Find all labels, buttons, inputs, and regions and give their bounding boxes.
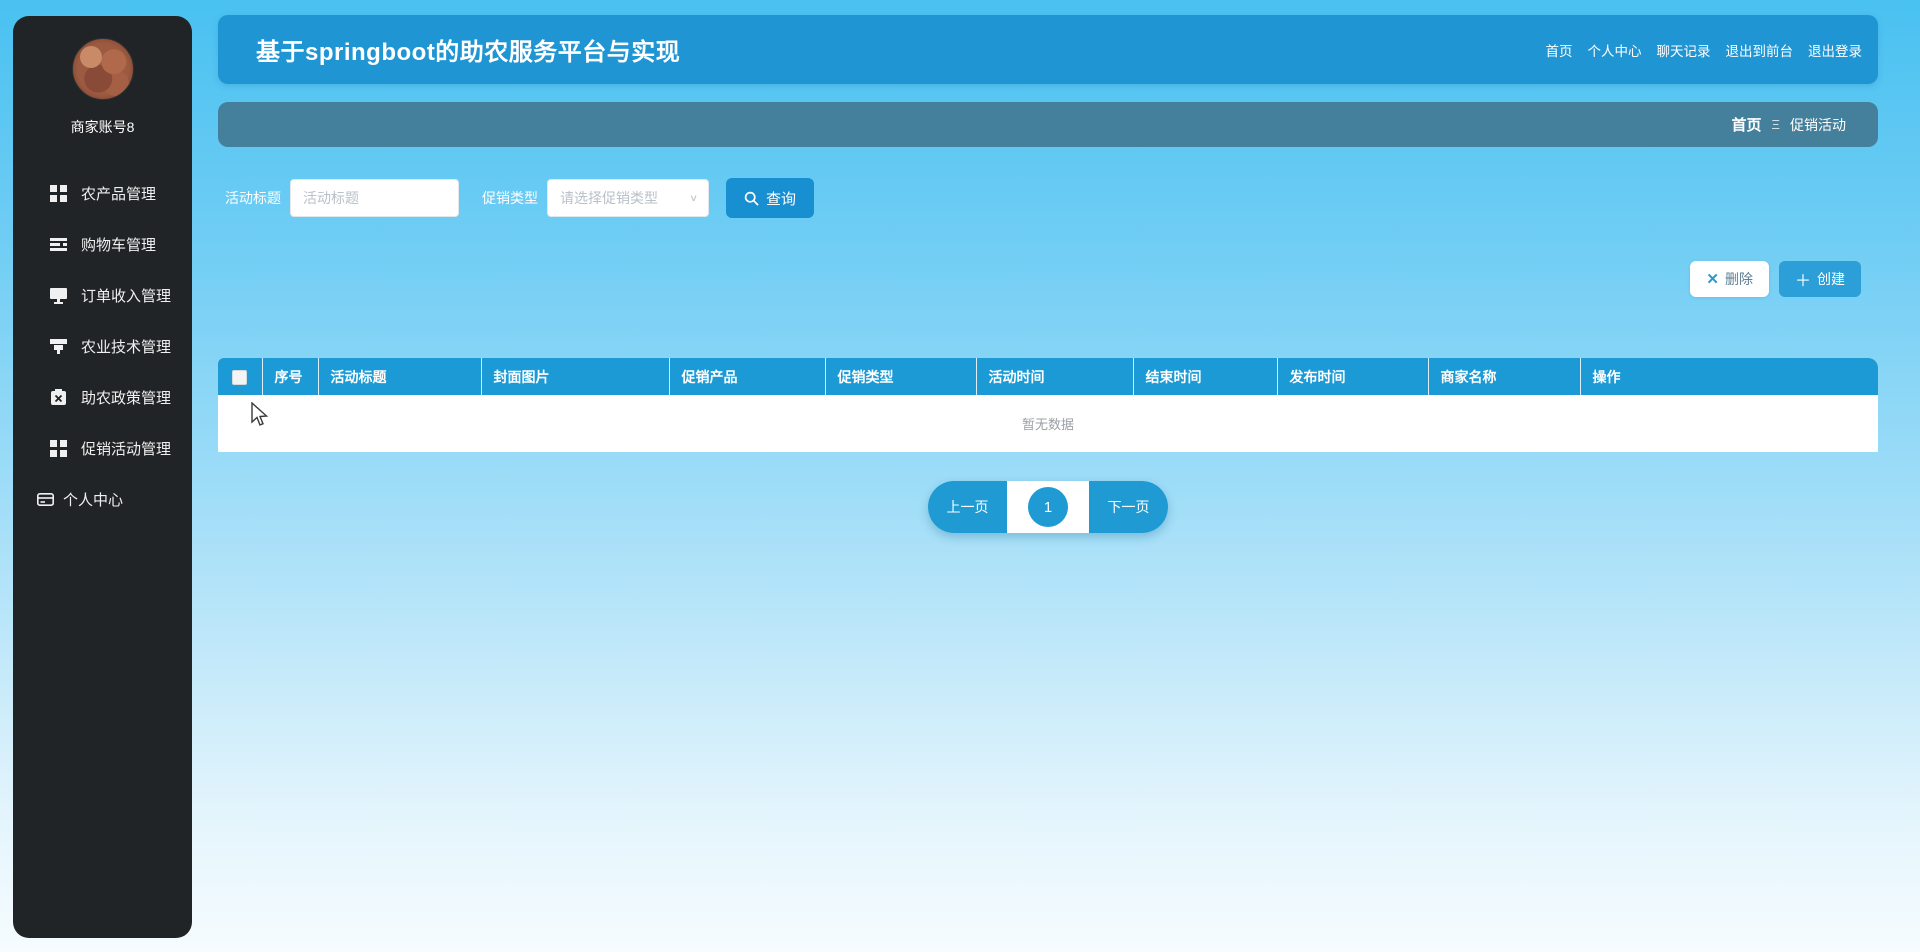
page-number-badge[interactable]: 1 xyxy=(1028,487,1068,527)
sidebar-item-cart[interactable]: 购物车管理 xyxy=(13,219,192,270)
topnav-chat[interactable]: 聊天记录 xyxy=(1657,40,1711,60)
query-button[interactable]: 查询 xyxy=(726,178,815,218)
breadcrumb-separator-icon: Ξ xyxy=(1771,117,1780,132)
promotions-table: 序号 活动标题 封面图片 促销产品 促销类型 活动时间 结束时间 发布时间 商家… xyxy=(218,358,1878,452)
sidebar-item-policy[interactable]: 助农政策管理 xyxy=(13,372,192,423)
sidebar-item-label: 促销活动管理 xyxy=(81,441,172,458)
col-cover: 封面图片 xyxy=(480,358,669,395)
table-header-row: 序号 活动标题 封面图片 促销产品 促销类型 活动时间 结束时间 发布时间 商家… xyxy=(218,358,1878,395)
next-page-button[interactable]: 下一页 xyxy=(1089,481,1168,533)
monitor-icon xyxy=(50,287,67,304)
sidebar-item-label: 助农政策管理 xyxy=(81,390,172,407)
topnav-exit-front[interactable]: 退出到前台 xyxy=(1726,40,1794,60)
username-label: 商家账号8 xyxy=(70,119,135,135)
sidebar-item-label: 购物车管理 xyxy=(81,237,157,254)
clipboard-icon xyxy=(50,389,67,406)
pagination: 上一页 1 下一页 xyxy=(218,481,1878,533)
sidebar: 商家账号8 农产品管理 购物车管理 订单收入管理 农业技术管理 助农政策管理 促… xyxy=(13,16,192,938)
toolbar: ✕ 删除 ＋ 创建 xyxy=(218,261,1878,297)
search-icon xyxy=(744,191,759,206)
col-end-time: 结束时间 xyxy=(1132,358,1277,395)
grid-icon xyxy=(50,185,67,202)
select-all-cell xyxy=(218,358,262,395)
create-button[interactable]: ＋ 创建 xyxy=(1778,261,1861,297)
breadcrumb: 首页 Ξ 促销活动 xyxy=(218,102,1878,147)
page-title: 基于springboot的助农服务平台与实现 xyxy=(256,39,681,66)
sidebar-item-profile[interactable]: 个人中心 xyxy=(13,474,192,525)
delete-button[interactable]: ✕ 删除 xyxy=(1690,261,1769,297)
app-header: 基于springboot的助农服务平台与实现 首页 个人中心 聊天记录 退出到前… xyxy=(218,15,1878,84)
delete-button-label: 删除 xyxy=(1724,271,1753,287)
col-product: 促销产品 xyxy=(668,358,825,395)
sidebar-item-products[interactable]: 农产品管理 xyxy=(13,168,192,219)
col-start-time: 活动时间 xyxy=(975,358,1133,395)
top-nav: 首页 个人中心 聊天记录 退出到前台 退出登录 xyxy=(1546,40,1863,60)
sidebar-nav: 农产品管理 购物车管理 订单收入管理 农业技术管理 助农政策管理 促销活动管理 … xyxy=(13,168,192,525)
grid-icon xyxy=(50,440,67,457)
col-merchant: 商家名称 xyxy=(1427,358,1580,395)
breadcrumb-current: 促销活动 xyxy=(1790,116,1846,133)
chevron-down-icon: ∨ xyxy=(689,192,698,204)
main-content: 基于springboot的助农服务平台与实现 首页 个人中心 聊天记录 退出到前… xyxy=(218,15,1878,533)
breadcrumb-home[interactable]: 首页 xyxy=(1732,114,1762,135)
prev-page-button[interactable]: 上一页 xyxy=(928,481,1007,533)
select-all-checkbox[interactable] xyxy=(232,369,248,385)
title-input[interactable] xyxy=(290,179,459,217)
plus-icon: ＋ xyxy=(1794,273,1811,290)
promo-type-select[interactable]: 请选择促销类型 ∨ xyxy=(547,179,709,217)
query-button-label: 查询 xyxy=(766,190,797,208)
col-index: 序号 xyxy=(261,358,318,395)
card-icon xyxy=(37,491,54,508)
list-icon xyxy=(50,236,67,253)
funnel-icon xyxy=(50,338,67,355)
empty-state-text: 暂无数据 xyxy=(218,395,1878,452)
topnav-home[interactable]: 首页 xyxy=(1546,40,1573,60)
type-field-label: 促销类型 xyxy=(482,190,538,206)
col-type: 促销类型 xyxy=(824,358,976,395)
empty-row: 暂无数据 xyxy=(218,395,1878,452)
sidebar-item-label: 农产品管理 xyxy=(81,186,157,203)
close-icon: ✕ xyxy=(1706,271,1719,288)
sidebar-item-agritech[interactable]: 农业技术管理 xyxy=(13,321,192,372)
sidebar-item-label: 订单收入管理 xyxy=(81,288,172,305)
current-page-cell: 1 xyxy=(1007,481,1089,533)
search-form: 活动标题 促销类型 请选择促销类型 ∨ 查询 xyxy=(218,178,1878,218)
col-actions: 操作 xyxy=(1579,358,1878,395)
create-button-label: 创建 xyxy=(1817,271,1845,287)
sidebar-item-label: 农业技术管理 xyxy=(81,339,172,356)
select-placeholder: 请选择促销类型 xyxy=(560,190,658,206)
col-title: 活动标题 xyxy=(317,358,481,395)
sidebar-item-promotions[interactable]: 促销活动管理 xyxy=(13,423,192,474)
title-field-label: 活动标题 xyxy=(225,190,281,206)
topnav-profile[interactable]: 个人中心 xyxy=(1588,40,1642,60)
sidebar-item-orders[interactable]: 订单收入管理 xyxy=(13,270,192,321)
sidebar-item-label: 个人中心 xyxy=(63,492,124,509)
topnav-logout[interactable]: 退出登录 xyxy=(1808,40,1862,60)
col-publish-time: 发布时间 xyxy=(1276,358,1428,395)
user-avatar[interactable] xyxy=(71,38,134,100)
